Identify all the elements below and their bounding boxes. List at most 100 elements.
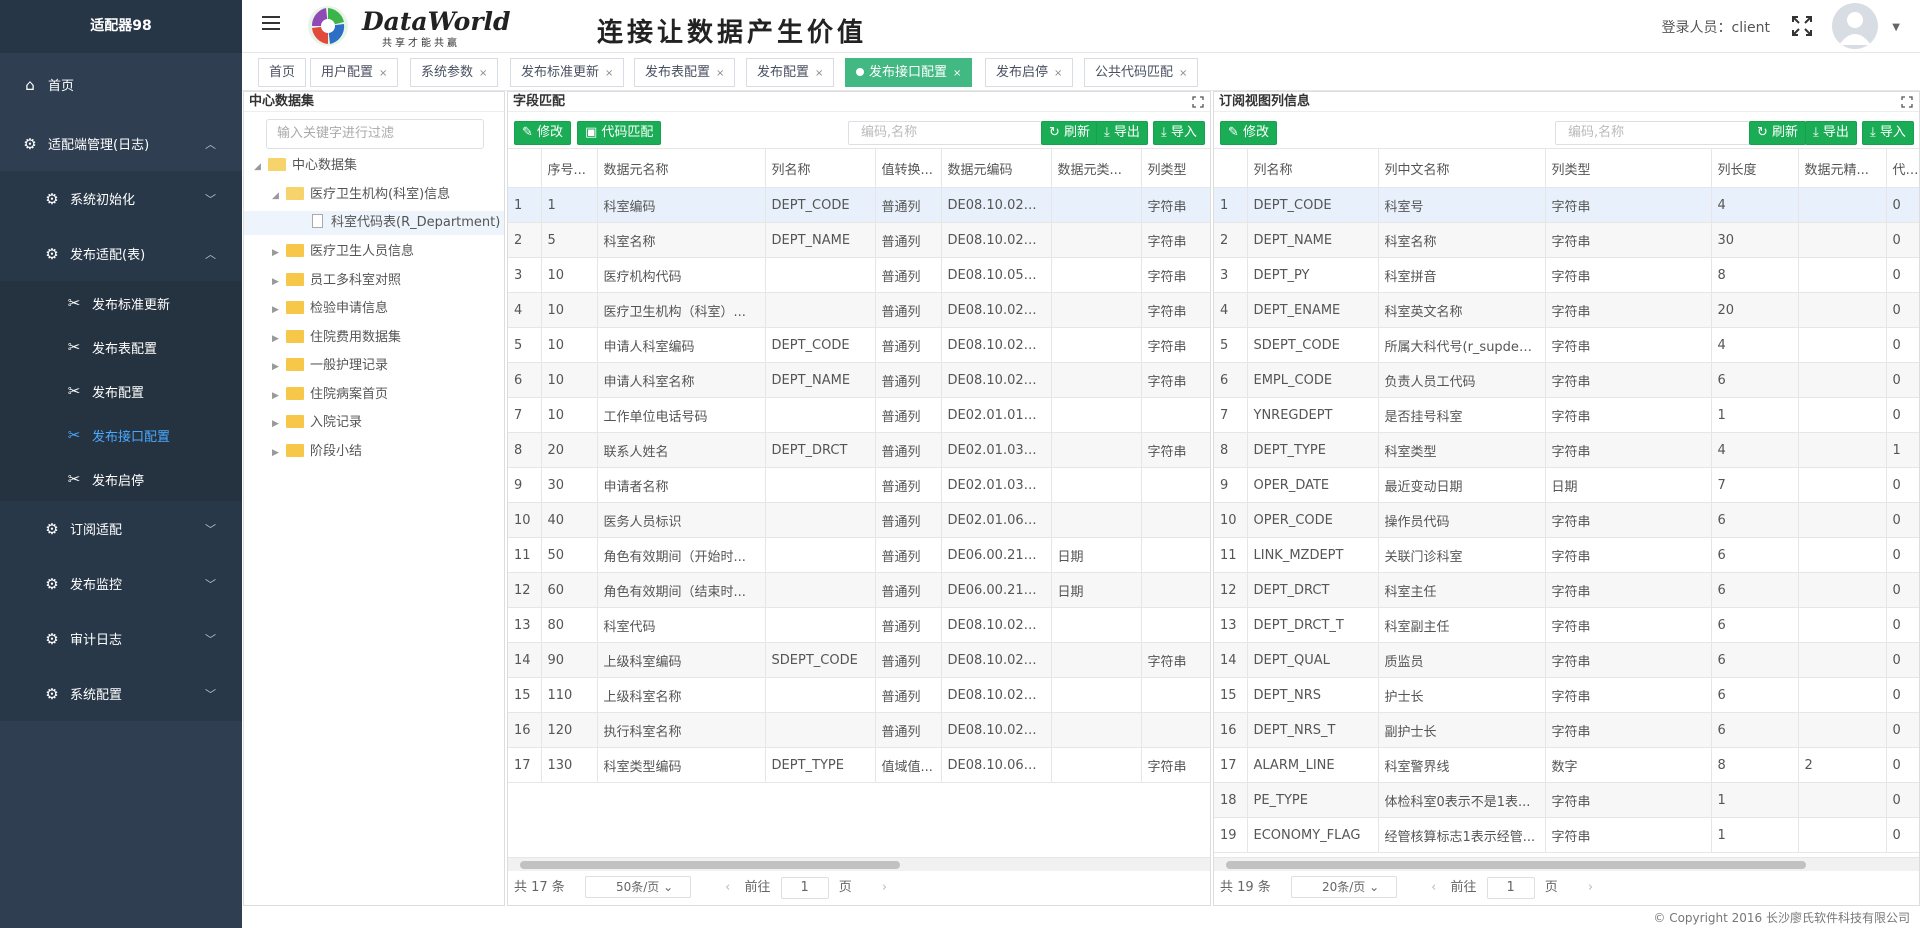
refresh-button[interactable]: ↻ 刷新 bbox=[1041, 121, 1099, 145]
sidebar-item-publish-interface-config[interactable]: ✂ 发布接口配置 bbox=[0, 413, 242, 457]
table-row[interactable]: 10 40 医务人员标识 普通列 DE02.01.062.61 bbox=[508, 502, 1210, 538]
tree-node-admission[interactable]: ▶ 入院记录 bbox=[272, 411, 362, 435]
column-header[interactable]: 序号... bbox=[541, 148, 598, 188]
table-row[interactable]: 5 SDEPT_CODE 所属大科代号(r_supdep... 字符串 4 0 bbox=[1214, 327, 1919, 363]
close-icon[interactable]: × bbox=[605, 68, 613, 79]
tab-publish-interface-config[interactable]: 发布接口配置 × bbox=[845, 58, 973, 87]
sidebar-item-subscribe-adapter[interactable]: ⚙ 订阅适配 ﹀ bbox=[0, 501, 242, 556]
sidebar-item-publish-monitor[interactable]: ⚙ 发布监控 ﹀ bbox=[0, 556, 242, 611]
tree-node-nursing[interactable]: ▶ 一般护理记录 bbox=[272, 354, 388, 378]
avatar[interactable] bbox=[1832, 3, 1878, 49]
tab-home[interactable]: 首页 bbox=[258, 58, 307, 87]
sidebar-item-audit-log[interactable]: ⚙ 审计日志 ﹀ bbox=[0, 611, 242, 666]
fullscreen-icon[interactable] bbox=[1792, 16, 1812, 36]
table-row[interactable]: 9 OPER_DATE 最近变动日期 日期 7 0 bbox=[1214, 467, 1919, 503]
table-row[interactable]: 4 10 医疗卫生机构（科室）... 普通列 DE08.10.026.04 字符串 bbox=[508, 292, 1210, 328]
table-row[interactable]: 11 50 角色有效期间（开始时... 普通列 DE06.00.218.14 日期 bbox=[508, 537, 1210, 573]
table-row[interactable]: 12 60 角色有效期间（结束时... 普通列 DE06.00.218.15 日期 bbox=[508, 572, 1210, 608]
next-page-icon[interactable]: › bbox=[1588, 880, 1593, 895]
table-row[interactable]: 10 OPER_CODE 操作员代码 字符串 6 0 bbox=[1214, 502, 1919, 538]
scrollbar-thumb[interactable] bbox=[520, 861, 900, 869]
table-row[interactable]: 9 30 申请者名称 普通列 DE02.01.039.90 bbox=[508, 467, 1210, 503]
table-row[interactable]: 8 DEPT_TYPE 科室类型 字符串 4 1 bbox=[1214, 432, 1919, 468]
column-header[interactable]: 数据元名称 bbox=[597, 148, 766, 188]
tree-node-staff-dept[interactable]: ▶ 员工多科室对照 bbox=[272, 269, 401, 293]
tab-system-params[interactable]: 系统参数 × bbox=[410, 58, 499, 87]
table-row[interactable]: 2 DEPT_NAME 科室名称 字符串 30 0 bbox=[1214, 222, 1919, 258]
code-match-button[interactable]: ▣ 代码匹配 bbox=[577, 121, 662, 145]
table-row[interactable]: 1 DEPT_CODE 科室号 字符串 4 0 bbox=[1214, 187, 1919, 223]
export-button[interactable]: ⤓ 导出 bbox=[1096, 121, 1148, 145]
tab-publish-table-config[interactable]: 发布表配置 × bbox=[634, 58, 736, 87]
tab-public-code-match[interactable]: 公共代码匹配 × bbox=[1084, 58, 1199, 87]
table-row[interactable]: 5 10 申请人科室编码 DEPT_CODE 普通列 DE08.10.025.23 字符串 bbox=[508, 327, 1210, 363]
sidebar-item-publish-table-config[interactable]: ✂ 发布表配置 bbox=[0, 325, 242, 369]
table-row[interactable]: 7 YNREGDEPT 是否挂号科室 字符串 1 0 bbox=[1214, 397, 1919, 433]
scrollbar-thumb[interactable] bbox=[1226, 861, 1806, 869]
tree-node-lab-request[interactable]: ▶ 检验申请信息 bbox=[272, 297, 388, 321]
column-header[interactable]: 列名称 bbox=[765, 148, 876, 188]
caret-down-icon[interactable]: ▼ bbox=[1892, 22, 1900, 33]
close-icon[interactable]: × bbox=[716, 68, 724, 79]
table-row[interactable]: 11 LINK_MZDEPT 关联门诊科室 字符串 6 0 bbox=[1214, 537, 1919, 573]
table-row[interactable]: 6 EMPL_CODE 负责人员工代码 字符串 6 0 bbox=[1214, 362, 1919, 398]
column-header[interactable] bbox=[1214, 148, 1248, 188]
sidebar-item-system-config[interactable]: ⚙ 系统配置 ﹀ bbox=[0, 666, 242, 721]
tab-publish-config[interactable]: 发布配置 × bbox=[746, 58, 835, 87]
search-input[interactable]: 编码,名称 bbox=[848, 121, 1042, 145]
table-row[interactable]: 3 10 医疗机构代码 普通列 DE08.10.052.00 字符串 bbox=[508, 257, 1210, 293]
sidebar-item-home[interactable]: ⌂ 首页 bbox=[0, 53, 242, 116]
tree-node-inpatient-cost[interactable]: ▶ 住院费用数据集 bbox=[272, 326, 401, 350]
tree-node-stage-summary[interactable]: ▶ 阶段小结 bbox=[272, 440, 362, 464]
table-row[interactable]: 6 10 申请人科室名称 DEPT_NAME 普通列 DE08.10.026.32 字符串 bbox=[508, 362, 1210, 398]
tree-node-case-front[interactable]: ▶ 住院病案首页 bbox=[272, 383, 388, 407]
column-header[interactable]: 列名称 bbox=[1247, 148, 1379, 188]
edit-button[interactable]: ✎ 修改 bbox=[1220, 121, 1278, 145]
sidebar-item-system-init[interactable]: ⚙ 系统初始化 ﹀ bbox=[0, 171, 242, 226]
table-row[interactable]: 13 80 科室代码 普通列 DE08.10.025.01 bbox=[508, 607, 1210, 643]
prev-page-icon[interactable]: ‹ bbox=[725, 880, 730, 895]
import-button[interactable]: ⤓ 导入 bbox=[1862, 121, 1914, 145]
table-row[interactable]: 13 DEPT_DRCT_T 科室副主任 字符串 6 0 bbox=[1214, 607, 1919, 643]
tree-filter-input[interactable]: 输入关键字进行过滤 bbox=[266, 119, 484, 149]
table-row[interactable]: 15 DEPT_NRS 护士长 字符串 6 0 bbox=[1214, 677, 1919, 713]
tab-publish-std-update[interactable]: 发布标准更新 × bbox=[510, 58, 625, 87]
prev-page-icon[interactable]: ‹ bbox=[1431, 880, 1436, 895]
horizontal-scrollbar[interactable] bbox=[1214, 857, 1919, 871]
close-icon[interactable]: × bbox=[1179, 68, 1187, 79]
table-row[interactable]: 15 110 上级科室名称 普通列 DE08.10.026.15 bbox=[508, 677, 1210, 713]
table-row[interactable]: 12 DEPT_DRCT 科室主任 字符串 6 0 bbox=[1214, 572, 1919, 608]
column-header[interactable]: 列中文名称 bbox=[1378, 148, 1546, 188]
table-row[interactable]: 18 PE_TYPE 体检科室0表示不是1表... 字符串 1 0 bbox=[1214, 782, 1919, 818]
table-row[interactable]: 19 ECONOMY_FLAG 经管核算标志1表示经管... 字符串 1 0 bbox=[1214, 817, 1919, 853]
next-page-icon[interactable]: › bbox=[882, 880, 887, 895]
search-input[interactable]: 编码,名称 bbox=[1555, 121, 1750, 145]
table-row[interactable]: 4 DEPT_ENAME 科室英文名称 字符串 20 0 bbox=[1214, 292, 1919, 328]
tree-node-dept-table[interactable]: 科室代码表(R_Department) bbox=[244, 211, 504, 235]
refresh-button[interactable]: ↻ 刷新 bbox=[1749, 121, 1807, 145]
page-size-select[interactable]: 20条/页 ⌄ bbox=[1290, 876, 1397, 898]
close-icon[interactable]: × bbox=[815, 68, 823, 79]
edit-button[interactable]: ✎ 修改 bbox=[514, 121, 572, 145]
column-header[interactable]: 值转换... bbox=[875, 148, 942, 188]
column-header[interactable]: 数据元精... bbox=[1798, 148, 1887, 188]
export-button[interactable]: ⤓ 导出 bbox=[1805, 121, 1857, 145]
sidebar-item-publish-adapter[interactable]: ⚙ 发布适配(表) ︿ bbox=[0, 226, 242, 281]
table-row[interactable]: 2 5 科室名称 DEPT_NAME 普通列 DE08.10.026.00 字符串 bbox=[508, 222, 1210, 258]
table-row[interactable]: 14 90 上级科室编码 SDEPT_CODE 普通列 DE08.10.025.22 字符串 bbox=[508, 642, 1210, 678]
sidebar-item-publish-start-stop[interactable]: ✂ 发布启停 bbox=[0, 457, 242, 501]
tab-publish-start-stop[interactable]: 发布启停 × bbox=[985, 58, 1074, 87]
table-row[interactable]: 16 DEPT_NRS_T 副护士长 字符串 6 0 bbox=[1214, 712, 1919, 748]
column-header[interactable]: 数据元编码 bbox=[941, 148, 1052, 188]
table-row[interactable]: 17 130 科室类型编码 DEPT_TYPE 值域值... DE08.10.064.02… bbox=[508, 747, 1210, 783]
sidebar-item-adapter-mgmt[interactable]: ⚙ 适配端管理(日志) ︿ bbox=[0, 116, 242, 171]
page-size-select[interactable]: 50条/页 ⌄ bbox=[584, 876, 691, 898]
menu-toggle-icon[interactable] bbox=[262, 16, 280, 32]
tree-node-dept-info[interactable]: ◢ 医疗卫生机构(科室)信息 bbox=[272, 183, 450, 207]
table-row[interactable]: 14 DEPT_QUAL 质监员 字符串 6 0 bbox=[1214, 642, 1919, 678]
import-button[interactable]: ⤓ 导入 bbox=[1153, 121, 1205, 145]
sidebar-item-publish-std-update[interactable]: ✂ 发布标准更新 bbox=[0, 281, 242, 325]
close-icon[interactable]: × bbox=[479, 68, 487, 79]
column-header[interactable]: 列长度 bbox=[1711, 148, 1799, 188]
close-icon[interactable]: × bbox=[953, 68, 961, 79]
